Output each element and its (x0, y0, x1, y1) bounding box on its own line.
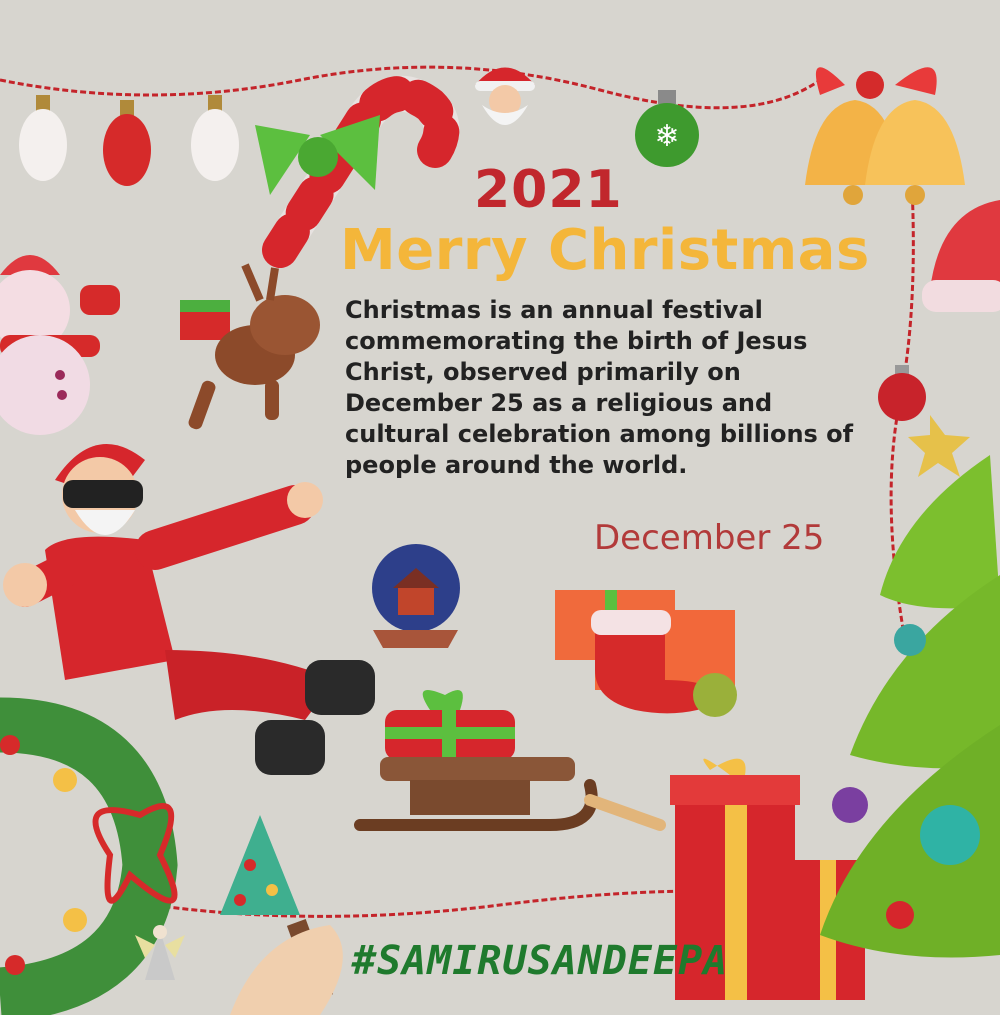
snow-globe-icon (372, 544, 460, 648)
date-label: December 25 (594, 518, 825, 558)
page-title: Merry Christmas (340, 218, 870, 283)
description-line: cultural celebration among billions of (345, 420, 854, 448)
christmas-tree-icon (820, 415, 1000, 958)
description-line: December 25 as a religious and (345, 389, 773, 417)
hashtag-label: #SAMIRUSANDEEPA (352, 938, 729, 984)
description-line: people around the world. (345, 451, 688, 479)
ornament-ball-icon: ❄ (635, 90, 699, 167)
snowman-icon (0, 255, 120, 435)
mini-tree-hand-icon (220, 815, 343, 1015)
description-line: Christ, observed primarily on (345, 358, 741, 386)
angel-ornament-icon (135, 925, 185, 980)
description-line: Christmas is an annual festival (345, 296, 763, 324)
description-line: commemorating the birth of Jesus (345, 327, 808, 355)
year-heading: 2021 (474, 160, 623, 220)
santa-face-icon (475, 67, 535, 125)
description-text: Christmas is an annual festival commemor… (345, 295, 945, 481)
svg-text:❄: ❄ (654, 119, 679, 154)
sled-gift-icon (354, 690, 666, 831)
reindeer-icon (180, 263, 320, 430)
